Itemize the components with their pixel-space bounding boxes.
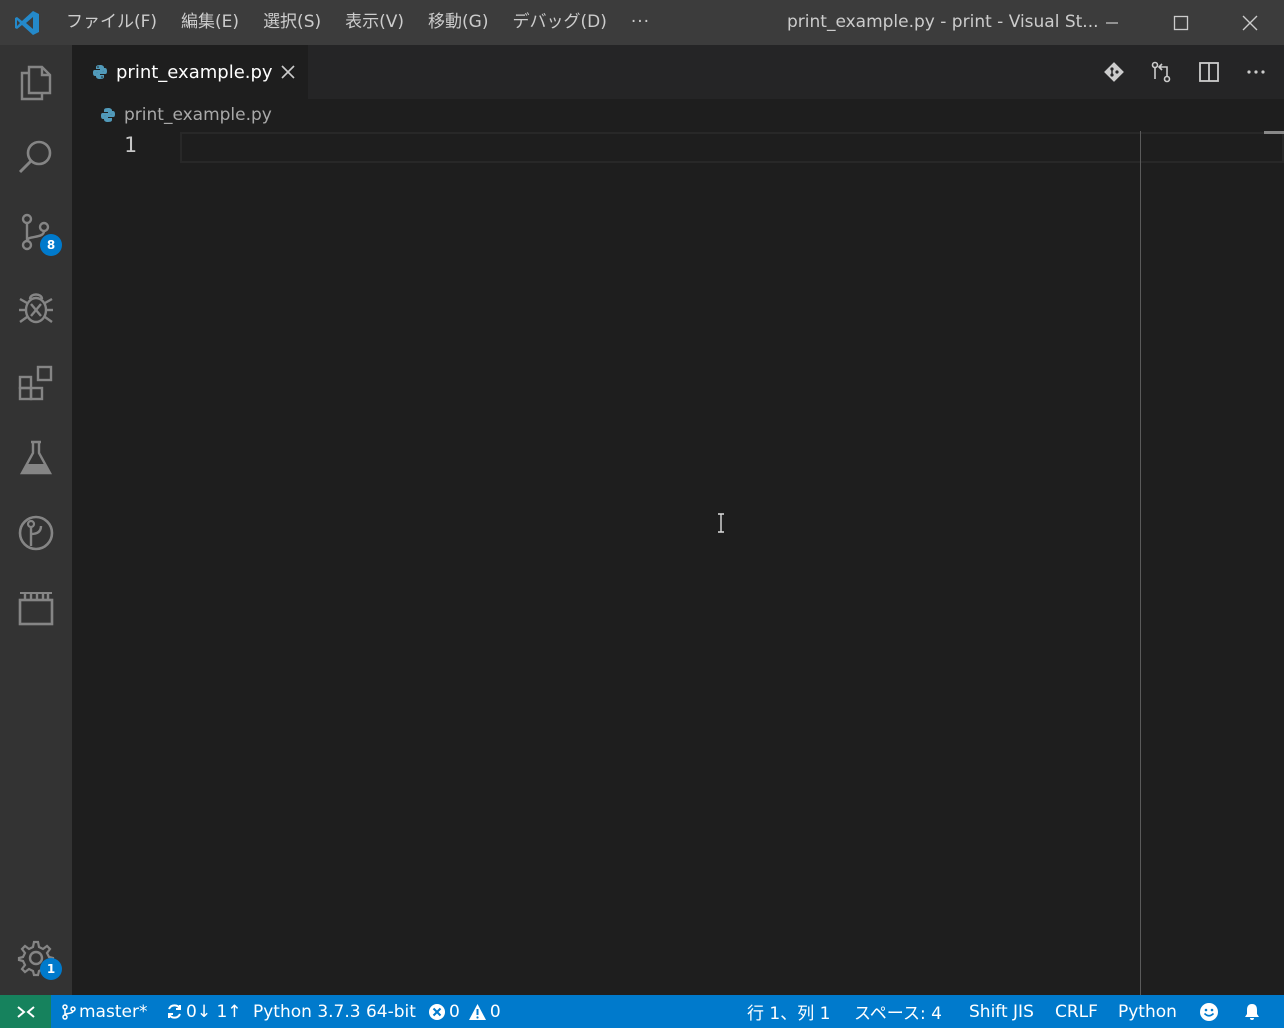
menu-file[interactable]: ファイル(F) [54,0,169,45]
branch-button[interactable]: master* [62,995,147,1028]
board-icon[interactable] [0,571,72,645]
settings-gear-icon[interactable]: 1 [0,921,72,995]
branch-label: master* [79,1001,148,1022]
language-mode-button[interactable]: Python [1118,995,1177,1028]
branch-icon [62,1003,76,1020]
settings-badge: 1 [40,958,62,980]
warning-icon [468,1003,486,1020]
tab-bar: print_example.py [72,45,1284,99]
line-number: 1 [124,133,137,157]
sync-label: 0↓ 1↑ [186,1001,242,1022]
menu-go[interactable]: 移動(G) [416,0,500,45]
menu-edit[interactable]: 編集(E) [169,0,251,45]
overview-ruler[interactable] [1264,131,1284,134]
current-line-highlight [180,132,1284,163]
status-bar: master* 0↓ 1↑ Python 3.7.3 64-bit 0 0 行 … [0,995,1284,1028]
maximize-button[interactable] [1158,0,1204,45]
sync-button[interactable]: 0↓ 1↑ [166,995,242,1028]
error-icon [429,1003,445,1020]
error-count: 0 [449,1001,460,1022]
menu-view[interactable]: 表示(V) [333,0,416,45]
vscode-logo-icon[interactable] [0,0,54,45]
source-control-badge: 8 [40,234,62,256]
encoding-button[interactable]: Shift JIS [969,995,1034,1028]
activity-bar: 8 1 [0,45,72,995]
cursor-position-button[interactable]: 行 1、列 1 [747,995,830,1028]
window-title: print_example.py - print - Visual St... [787,12,1099,32]
tab-label: print_example.py [116,61,273,83]
text-cursor-icon [716,513,726,533]
sync-icon [168,1004,181,1019]
eol-button[interactable]: CRLF [1055,995,1098,1028]
test-flask-icon[interactable] [0,421,72,495]
minimize-button[interactable] [1089,0,1135,45]
close-window-button[interactable] [1227,0,1273,45]
indentation-button[interactable]: スペース: 4 [854,995,942,1028]
interpreter-button[interactable]: Python 3.7.3 64-bit [253,995,416,1028]
breadcrumb[interactable]: print_example.py [100,100,272,130]
source-control-icon[interactable]: 8 [0,195,72,269]
menu-debug[interactable]: デバッグ(D) [500,0,618,45]
title-bar: ファイル(F) 編集(E) 選択(S) 表示(V) 移動(G) デバッグ(D) … [0,0,1284,45]
editor-ruler [1140,131,1141,995]
remote-icon[interactable] [0,995,51,1028]
feedback-smiley-icon[interactable] [1199,995,1222,1028]
notifications-bell-icon[interactable] [1242,995,1265,1028]
python-icon [92,64,108,80]
breadcrumb-label: print_example.py [124,105,272,125]
problems-button[interactable]: 0 0 [428,995,501,1028]
tab-print-example[interactable]: print_example.py [72,45,308,99]
split-editor-icon[interactable] [1193,56,1225,88]
search-icon[interactable] [0,120,72,194]
open-changes-icon[interactable] [1145,56,1177,88]
menu-bar: ファイル(F) 編集(E) 選択(S) 表示(V) 移動(G) デバッグ(D) … [54,0,662,45]
warning-count: 0 [489,1001,501,1022]
extensions-icon[interactable] [0,346,72,420]
git-compare-icon[interactable] [1098,56,1130,88]
menu-more[interactable]: ··· [619,0,662,45]
more-actions-icon[interactable] [1240,56,1272,88]
close-icon[interactable] [277,61,299,83]
python-icon [100,107,116,123]
menu-selection[interactable]: 選択(S) [251,0,333,45]
debug-icon[interactable] [0,271,72,345]
gitlens-icon[interactable] [0,496,72,570]
explorer-icon[interactable] [0,45,72,119]
editor-area[interactable]: 1 [72,131,1284,995]
